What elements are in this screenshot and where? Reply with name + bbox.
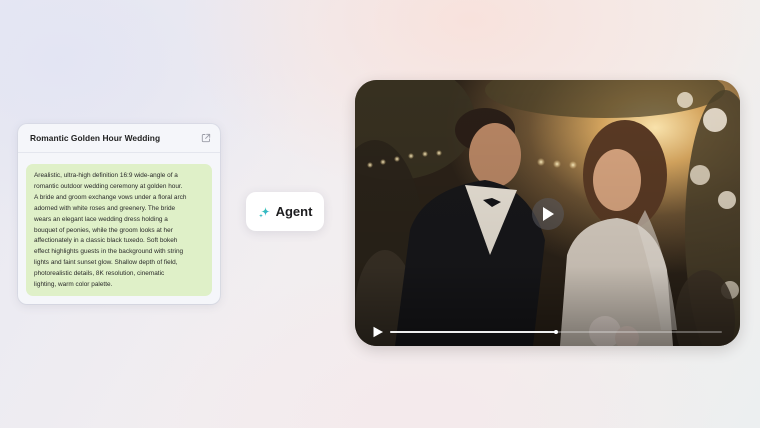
agent-button[interactable]: Agent: [246, 192, 324, 231]
prompt-line: romantic outdoor wedding ceremony at gol…: [34, 182, 183, 190]
prompt-line: effect highlights guests in the backgrou…: [34, 248, 184, 256]
agent-button-label: Agent: [275, 204, 313, 219]
prompt-line: affectionately in a classic black tuxedo…: [34, 237, 178, 245]
prompt-line: adorned with white roses and greenery. T…: [34, 204, 176, 212]
prompt-card-title: Romantic Golden Hour Wedding: [30, 133, 161, 143]
external-link-icon[interactable]: [201, 133, 211, 143]
prompt-card-header: Romantic Golden Hour Wedding: [18, 124, 220, 153]
play-button[interactable]: [532, 198, 564, 230]
prompt-text: Arealistic, ultra-high definition 16:9 w…: [34, 171, 204, 291]
prompt-text-box: Arealistic, ultra-high definition 16:9 w…: [26, 164, 212, 296]
progress-handle[interactable]: [554, 330, 558, 334]
prompt-line: A bride and groom exchange vows under a …: [34, 193, 187, 201]
sparkle-icon: [258, 206, 270, 218]
play-icon[interactable]: [372, 326, 384, 338]
prompt-line: wears an elegant lace wedding dress hold…: [34, 215, 168, 223]
prompt-line: photorealistic details, 8K resolution, c…: [34, 270, 165, 278]
prompt-line: bouquet of peonies, while the groom look…: [34, 226, 173, 234]
prompt-line: lights and faint sunset glow. Shallow de…: [34, 259, 178, 267]
prompt-card: Romantic Golden Hour Wedding Arealistic,…: [18, 124, 220, 304]
video-player[interactable]: [355, 80, 740, 346]
progress-bar[interactable]: [390, 330, 722, 334]
video-controls: [355, 320, 740, 346]
prompt-line: Arealistic, ultra-high definition 16:9 w…: [34, 172, 178, 179]
progress-fill: [390, 331, 556, 333]
prompt-line: lighting, warm color palette.: [34, 281, 113, 289]
play-icon: [543, 207, 554, 221]
